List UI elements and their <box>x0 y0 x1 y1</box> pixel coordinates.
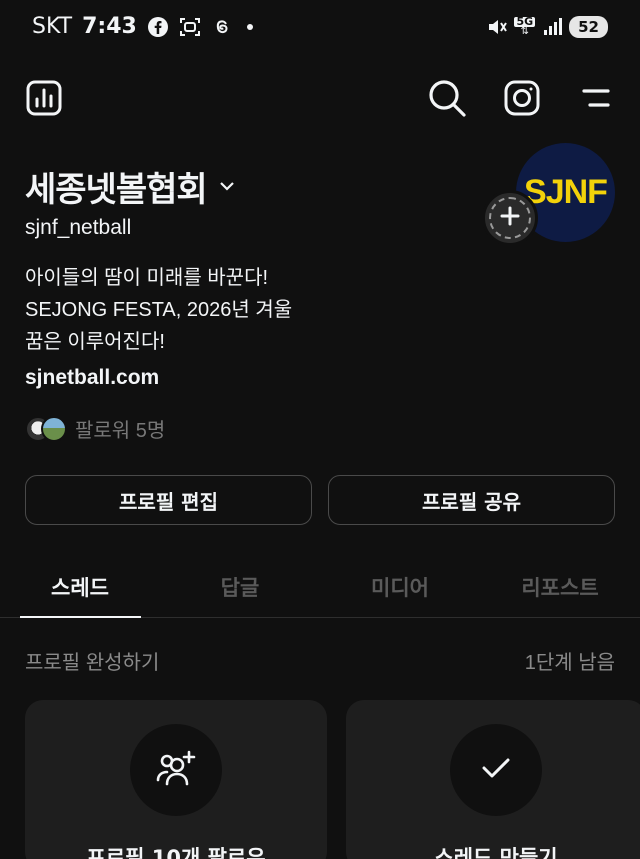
create-thread-card[interactable]: 스레드 만들기 <box>346 700 640 859</box>
follow-profiles-card[interactable]: 프로필 10개 팔로우 <box>25 700 327 859</box>
profile-name: 세종넷볼협회 <box>25 170 208 210</box>
notification-dot <box>246 23 253 30</box>
status-left: SKT 7:43 <box>32 14 253 39</box>
add-people-icon <box>156 750 196 790</box>
bio-line: SEJONG FESTA, 2026년 겨울 <box>25 299 293 321</box>
instagram-icon <box>503 79 541 121</box>
menu-icon <box>580 85 612 115</box>
follower-avatar <box>41 415 67 442</box>
username: sjnf_netball <box>25 216 132 239</box>
bio: 아이들의 땀이 미래를 바꾼다! SEJONG FESTA, 2026년 겨울 … <box>25 262 292 358</box>
card-icon-circle <box>450 724 542 816</box>
bio-line: 아이들의 땀이 미래를 바꾼다! <box>25 267 269 289</box>
card-icon-circle <box>130 724 222 816</box>
face-scan-icon <box>179 16 201 38</box>
network-badge: 5G ⇅ <box>514 16 536 37</box>
profile-completion-header: 프로필 완성하기 1단계 남음 <box>25 646 615 675</box>
signal-icon <box>541 16 563 38</box>
add-story-ring <box>489 197 531 239</box>
menu-button[interactable] <box>574 78 618 122</box>
profile-completion-title: 프로필 완성하기 <box>25 652 160 674</box>
chevron-down-icon <box>219 177 235 196</box>
insights-icon <box>25 79 63 121</box>
search-icon <box>427 78 467 122</box>
facebook-icon <box>147 16 169 38</box>
active-tab-indicator <box>20 616 141 618</box>
tab-threads[interactable]: 스레드 <box>0 556 160 618</box>
status-bar: SKT 7:43 5G ⇅ 52 <box>0 0 640 60</box>
avatar-logo-text: SJNF <box>524 173 608 211</box>
followers-link[interactable]: 팔로워 5명 <box>25 414 165 443</box>
website-link[interactable]: sjnetball.com <box>25 366 159 390</box>
search-button[interactable] <box>425 78 469 122</box>
profile-tabs: 스레드 답글 미디어 리포스트 <box>0 556 640 618</box>
data-arrows-icon: ⇅ <box>520 26 529 37</box>
tab-media[interactable]: 미디어 <box>320 556 480 618</box>
insights-button[interactable] <box>22 78 66 122</box>
share-profile-button[interactable]: 프로필 공유 <box>328 475 615 525</box>
status-right: 5G ⇅ 52 <box>486 16 608 38</box>
instagram-button[interactable] <box>500 78 544 122</box>
edit-profile-button[interactable]: 프로필 편집 <box>25 475 312 525</box>
tab-reposts[interactable]: 리포스트 <box>480 556 640 618</box>
tab-replies[interactable]: 답글 <box>160 556 320 618</box>
clock: 7:43 <box>82 14 137 39</box>
threads-icon <box>211 16 233 38</box>
followers-count: 팔로워 5명 <box>75 420 166 442</box>
card-label: 프로필 10개 팔로우 <box>86 846 266 859</box>
steps-remaining: 1단계 남음 <box>524 652 615 674</box>
check-icon <box>481 756 511 784</box>
carrier-label: SKT <box>32 14 73 39</box>
battery-indicator: 52 <box>569 16 608 38</box>
mute-icon <box>486 16 508 38</box>
bio-line: 꿈은 이루어진다! <box>25 331 165 353</box>
top-nav <box>0 78 640 124</box>
follower-avatars <box>25 415 67 442</box>
add-story-button[interactable] <box>482 190 538 246</box>
card-label: 스레드 만들기 <box>434 846 558 859</box>
profile-name-row[interactable]: 세종넷볼협회 <box>25 162 235 211</box>
plus-icon <box>499 205 521 231</box>
